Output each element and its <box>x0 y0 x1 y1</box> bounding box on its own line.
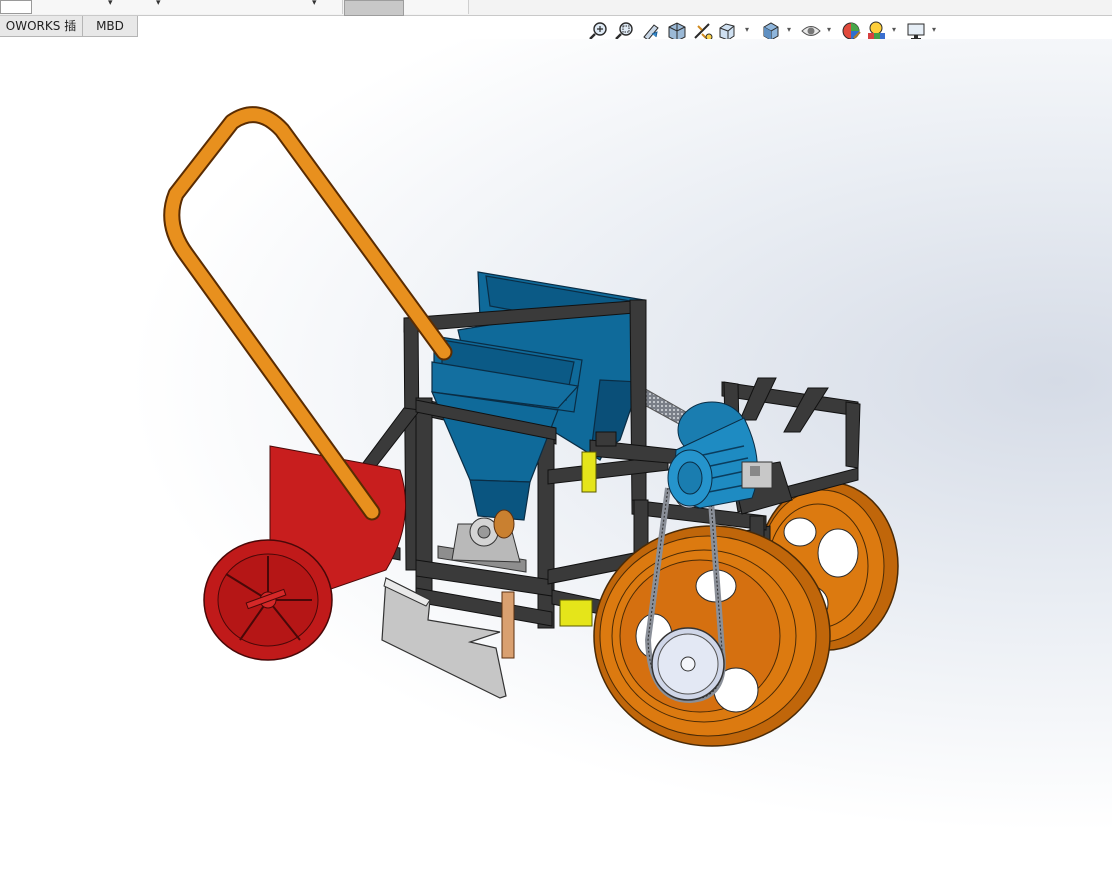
toolbar-field[interactable] <box>0 0 32 14</box>
toolbar-cell[interactable] <box>404 0 469 14</box>
toolbar-dropdown[interactable]: ▾ <box>290 0 343 14</box>
seeder-assembly-model[interactable] <box>0 39 1112 894</box>
bearing-block[interactable] <box>437 509 527 573</box>
tab-solidworks-addins[interactable]: OWORKS 插件 <box>0 16 83 53</box>
chevron-down-icon[interactable]: ▾ <box>827 25 831 34</box>
toolbar-active-button[interactable] <box>344 0 404 16</box>
toolbar-dropdown[interactable]: ▾ <box>132 0 187 14</box>
chevron-down-icon[interactable]: ▾ <box>787 25 791 34</box>
electric-motor[interactable] <box>667 401 793 515</box>
push-handle[interactable] <box>163 106 453 521</box>
chevron-down-icon: ▾ <box>108 0 113 8</box>
press-roller[interactable] <box>203 445 407 661</box>
command-toolbar-strip: ▾ ▾ ▾ 体 <box>0 0 1112 16</box>
toolbar-cell[interactable] <box>32 0 83 14</box>
chevron-down-icon[interactable]: ▾ <box>745 25 749 34</box>
toolbar-cell[interactable] <box>186 0 239 14</box>
drive-wheel-front[interactable] <box>593 525 831 747</box>
hopper-support[interactable] <box>595 431 617 447</box>
tab-mbd[interactable]: MBD <box>82 16 138 37</box>
large-sprocket[interactable] <box>651 627 725 701</box>
graphics-viewport[interactable] <box>0 39 1112 894</box>
toolbar-cell[interactable] <box>238 0 291 14</box>
chevron-down-icon[interactable]: ▾ <box>892 25 896 34</box>
chevron-down-icon: ▾ <box>156 0 161 8</box>
toolbar-dropdown[interactable]: ▾ <box>82 0 133 14</box>
chevron-down-icon[interactable]: ▾ <box>932 25 936 34</box>
chevron-down-icon: ▾ <box>312 0 317 8</box>
